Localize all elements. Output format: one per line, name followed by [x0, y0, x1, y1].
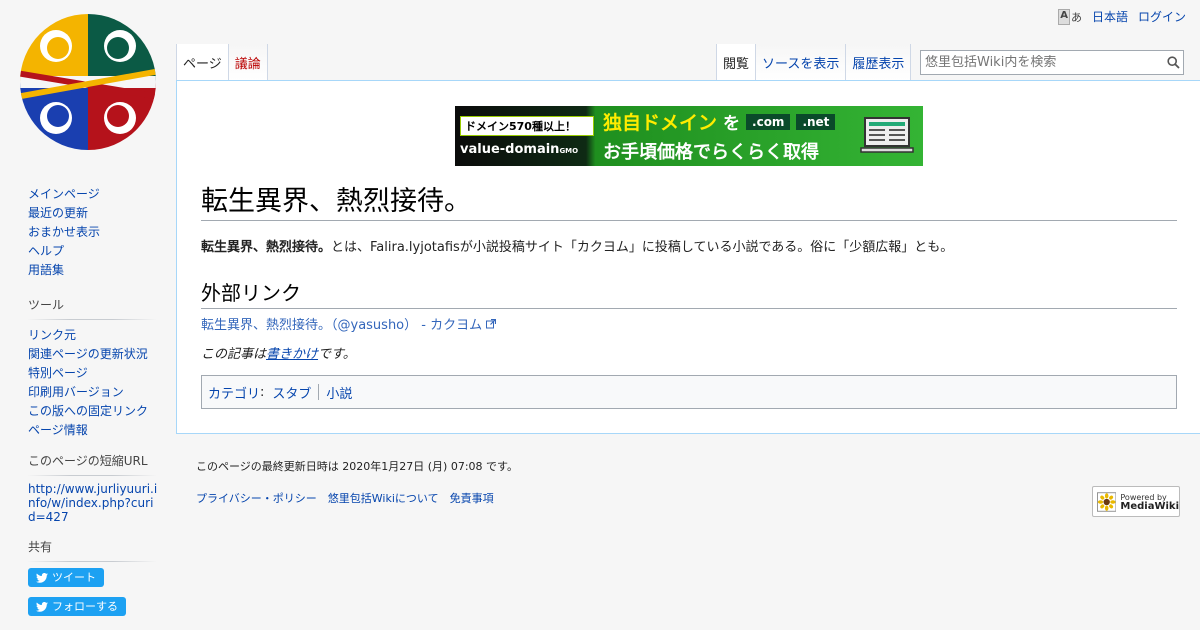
- banner-brand-name: value-domain: [460, 141, 560, 157]
- banner-brand: value-domainGMO: [460, 142, 595, 157]
- sidebar-item-whatlinkshere[interactable]: リンク元: [28, 326, 156, 345]
- sidebar-tools: ツール リンク元 関連ページの更新状況 特別ページ 印刷用バージョン この版への…: [28, 296, 156, 440]
- footer-about-link[interactable]: 悠里包括Wikiについて: [328, 490, 439, 506]
- sidebar-shorturl: このページの短縮URL http://www.jurliyuuri.info/w…: [28, 452, 158, 524]
- search-icon[interactable]: [1163, 53, 1183, 73]
- sidebar-item-permalink[interactable]: この版への固定リンク: [28, 402, 156, 421]
- footer-disclaimer-link[interactable]: 免責事項: [450, 490, 494, 506]
- banner-tld-net: .net: [796, 113, 836, 130]
- twitter-bird-icon: [36, 601, 48, 612]
- shorturl-link[interactable]: http://www.jurliyuuri.info/w/index.php?c…: [28, 482, 158, 524]
- sidebar-item-glossary[interactable]: 用語集: [28, 261, 100, 280]
- powered-by-mediawiki-badge[interactable]: Powered by MediaWiki: [1092, 486, 1180, 517]
- category-links: カテゴリ: スタブ 小説: [201, 375, 1177, 409]
- search-box: [920, 50, 1184, 75]
- banner-wo: を: [723, 114, 741, 134]
- sidebar-item-main-page[interactable]: メインページ: [28, 185, 100, 204]
- powered-by-name: MediaWiki: [1120, 500, 1179, 512]
- sidebar-item-related-changes[interactable]: 関連ページの更新状況: [28, 345, 156, 364]
- footer-lastmod: このページの最終更新日時は 2020年1月27日 (月) 07:08 です。: [196, 460, 518, 473]
- banner-title: 独自ドメイン: [603, 112, 718, 134]
- banner-middle: 独自ドメイン を .com .net お手頃価格でらくらく取得: [595, 108, 859, 164]
- sidebar-share: 共有 ツイート フォローする: [28, 538, 156, 626]
- sidebar-item-special-pages[interactable]: 特別ページ: [28, 364, 156, 383]
- banner-tag: ドメイン570種以上！: [460, 115, 594, 136]
- computer-icon: [859, 116, 915, 156]
- ad-banner[interactable]: ドメイン570種以上！ value-domainGMO 独自ドメイン を .co…: [455, 106, 923, 166]
- sidebar-item-page-info[interactable]: ページ情報: [28, 421, 156, 440]
- sunflower-icon: [1097, 491, 1117, 512]
- tweet-button[interactable]: ツイート: [28, 568, 104, 587]
- banner-brand-suffix: GMO: [559, 146, 579, 155]
- sidebar-item-recent-changes[interactable]: 最近の更新: [28, 204, 100, 223]
- language-link[interactable]: 日本語: [1092, 8, 1128, 25]
- sidebar-item-printable[interactable]: 印刷用バージョン: [28, 383, 156, 402]
- tab-read[interactable]: 閲覧: [716, 44, 757, 80]
- login-link[interactable]: ログイン: [1138, 8, 1186, 25]
- site-logo[interactable]: [16, 10, 160, 154]
- tools-heading: ツール: [28, 296, 156, 320]
- content-area: ドメイン570種以上！ value-domainGMO 独自ドメイン を .co…: [176, 80, 1200, 434]
- language-icon[interactable]: A あ: [1058, 8, 1082, 25]
- banner-left: ドメイン570種以上！ value-domainGMO: [455, 106, 595, 166]
- follow-label: フォローする: [52, 600, 118, 613]
- sidebar-item-help[interactable]: ヘルプ: [28, 242, 100, 261]
- search-input[interactable]: [925, 55, 1163, 70]
- external-link-text: 転生異界、熱烈接待。（@yasusho） - カクヨム: [201, 318, 483, 333]
- categories-label[interactable]: カテゴリ: [208, 383, 260, 402]
- follow-button[interactable]: フォローする: [28, 597, 126, 616]
- twitter-bird-icon: [36, 572, 48, 583]
- tab-page[interactable]: ページ: [176, 44, 229, 80]
- banner-tld-com: .com: [746, 113, 791, 130]
- lead-paragraph: 転生異界、熱烈接待。とは、Falira.lyjotafisが小説投稿サイト「カク…: [201, 236, 953, 255]
- personal-tools: A あ 日本語 ログイン: [1058, 8, 1186, 25]
- banner-subtitle: お手頃価格でらくらく取得: [603, 142, 819, 163]
- section-heading-external-links: 外部リンク: [201, 277, 1177, 309]
- category-novel[interactable]: 小説: [326, 383, 352, 402]
- category-stub[interactable]: スタブ: [272, 383, 311, 402]
- namespace-tabs: ページ 議論: [176, 44, 268, 80]
- stub-notice: この記事は書きかけです。: [201, 343, 356, 362]
- share-heading: 共有: [28, 538, 156, 562]
- category-separator: [318, 384, 320, 400]
- stub-suffix: です。: [318, 347, 356, 362]
- categories-colon: :: [260, 384, 265, 400]
- tweet-label: ツイート: [52, 571, 96, 584]
- stub-link[interactable]: 書きかけ: [266, 347, 318, 362]
- page-title: 転生異界、熱烈接待。: [201, 179, 1177, 221]
- external-link-kakuyomu[interactable]: 転生異界、熱烈接待。（@yasusho） - カクヨム: [201, 314, 497, 333]
- footer-links: プライバシー・ポリシー 悠里包括Wikiについて 免責事項: [196, 490, 494, 506]
- sidebar-item-random[interactable]: おまかせ表示: [28, 223, 100, 242]
- language-icon-b: あ: [1070, 10, 1082, 24]
- footer-privacy-link[interactable]: プライバシー・ポリシー: [196, 490, 317, 506]
- lead-bold: 転生異界、熱烈接待。: [201, 240, 332, 255]
- stub-prefix: この記事は: [201, 347, 267, 362]
- shorturl-heading: このページの短縮URL: [28, 452, 156, 476]
- lead-text: とは、Falira.lyjotafisが小説投稿サイト「カクヨム」に投稿している…: [331, 240, 954, 255]
- view-tabs: 閲覧 ソースを表示 履歴表示: [716, 44, 912, 80]
- tab-history[interactable]: 履歴表示: [846, 44, 912, 80]
- external-link-icon: [486, 318, 497, 329]
- sidebar-navigation: メインページ 最近の更新 おまかせ表示 ヘルプ 用語集: [28, 185, 100, 280]
- tab-talk[interactable]: 議論: [228, 44, 268, 80]
- tab-view-source[interactable]: ソースを表示: [756, 44, 847, 80]
- language-icon-a: A: [1058, 8, 1070, 25]
- powered-by-text: Powered by MediaWiki: [1120, 493, 1179, 512]
